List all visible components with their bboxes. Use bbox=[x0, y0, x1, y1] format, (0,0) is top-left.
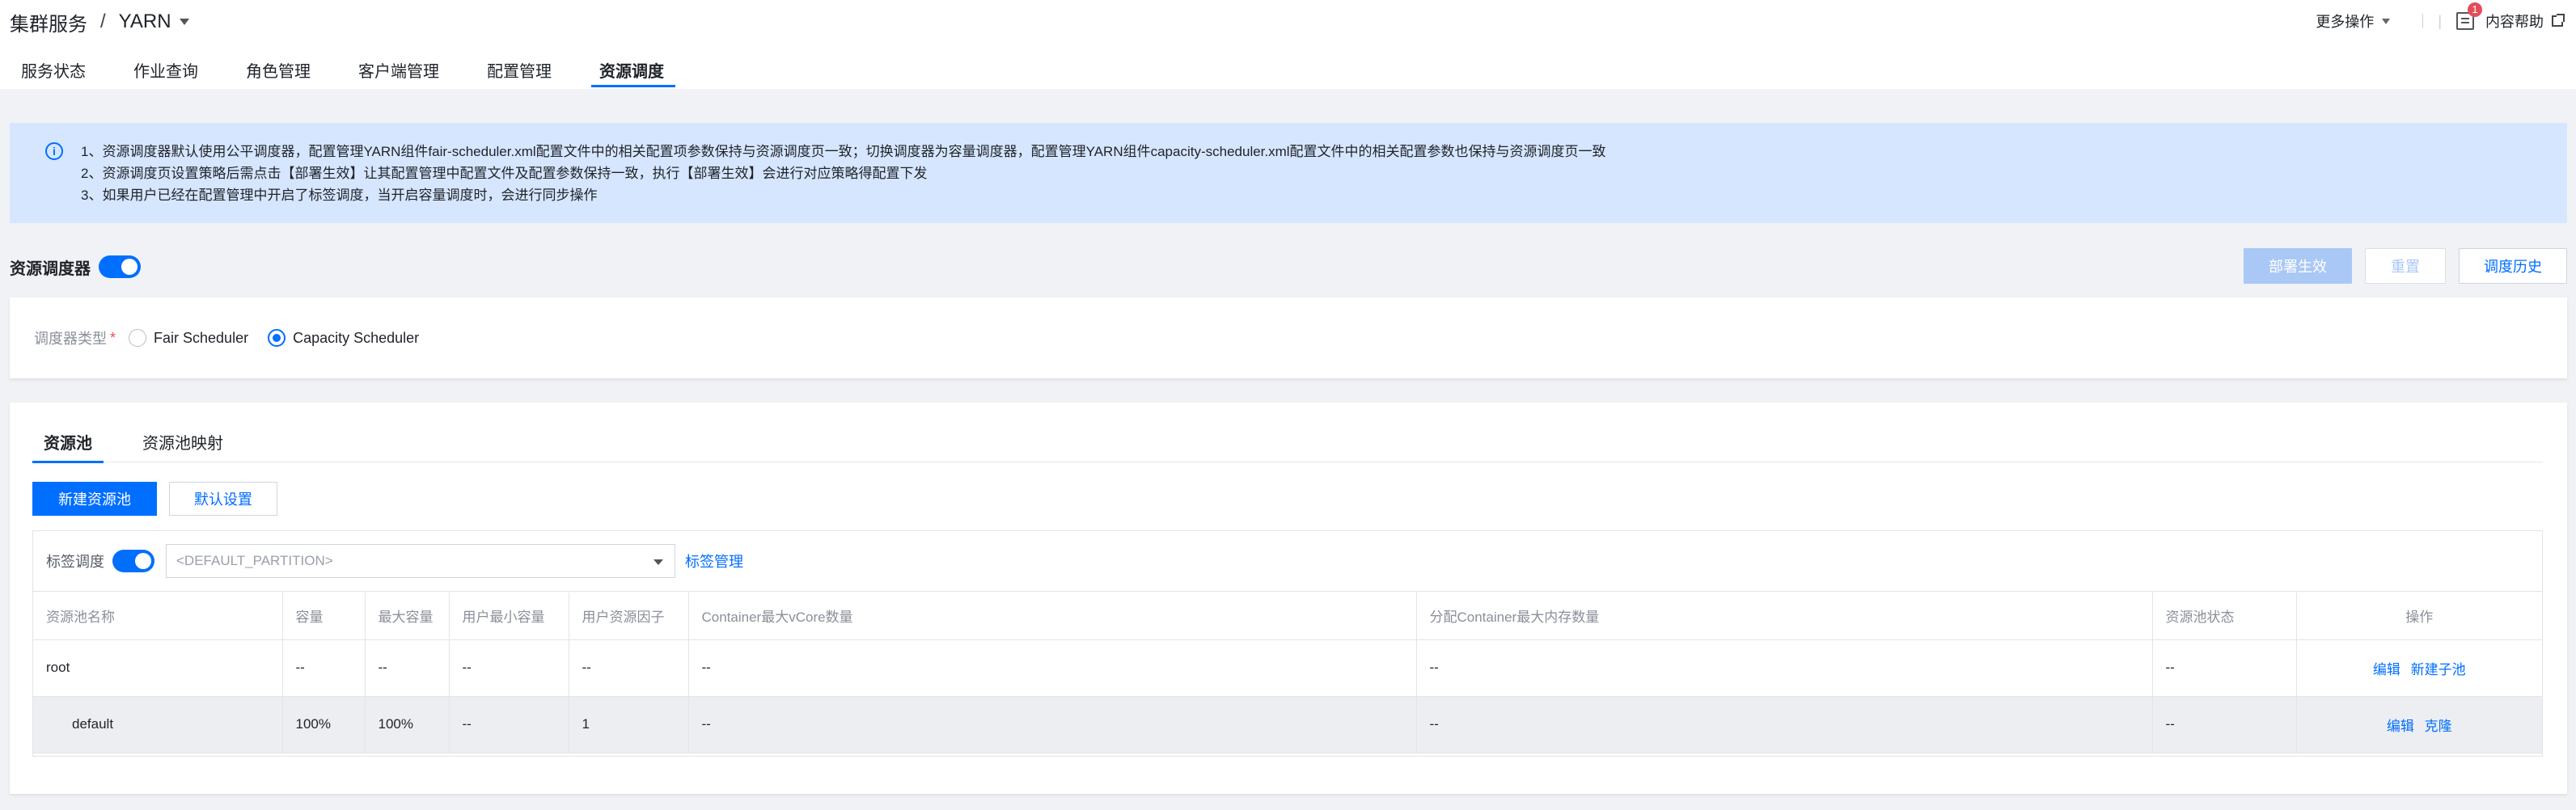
tag-scheduling-row: 标签调度 <DEFAULT_PARTITION> 标签管理 bbox=[33, 531, 2542, 592]
new-pool-button[interactable]: 新建资源池 bbox=[32, 482, 157, 516]
actions-cell: 编辑 新建子池 bbox=[2296, 639, 2542, 697]
table-cell: -- bbox=[688, 696, 1417, 753]
service-tabs: 服务状态 作业查询 角色管理 客户端管理 配置管理 资源调度 bbox=[21, 58, 712, 89]
tag-scheduling-label: 标签调度 bbox=[46, 554, 104, 570]
column-header: 分配Container最大内存数量 bbox=[1416, 593, 2153, 640]
scheduler-header: 资源调度器 bbox=[10, 255, 141, 278]
pool-name-cell: root bbox=[33, 639, 283, 697]
column-header: 操作 bbox=[2296, 593, 2542, 640]
clone-link[interactable]: 克隆 bbox=[2425, 719, 2452, 734]
divider bbox=[2422, 14, 2424, 28]
table-cell: -- bbox=[449, 696, 569, 753]
help-link[interactable]: 内容帮助 bbox=[2485, 11, 2565, 32]
external-link-icon bbox=[2552, 14, 2565, 27]
chevron-down-icon bbox=[654, 559, 663, 565]
column-header: 最大容量 bbox=[365, 593, 450, 640]
scheduler-title: 资源调度器 bbox=[10, 259, 91, 278]
radio-circle[interactable] bbox=[129, 329, 147, 347]
table-cell: -- bbox=[282, 639, 366, 697]
column-header: 资源池名称 bbox=[33, 593, 283, 640]
tab-client-management[interactable]: 客户端管理 bbox=[358, 58, 439, 89]
table-cell: -- bbox=[1416, 696, 2153, 753]
edit-link[interactable]: 编辑 bbox=[2387, 719, 2414, 734]
scheduler-toggle[interactable] bbox=[99, 255, 141, 278]
more-ops-label: 更多操作 bbox=[2316, 14, 2375, 30]
default-settings-button[interactable]: 默认设置 bbox=[169, 482, 277, 516]
breadcrumb: 集群服务 / YARN bbox=[10, 8, 189, 36]
table-cell: -- bbox=[688, 639, 1417, 697]
notice-line: 2、资源调度页设置策略后需点击【部署生效】让其配置管理中配置文件及配置参数保持一… bbox=[81, 166, 928, 181]
table-cell: -- bbox=[569, 639, 689, 697]
tab-role-management[interactable]: 角色管理 bbox=[246, 58, 311, 89]
edit-link[interactable]: 编辑 bbox=[2373, 662, 2400, 677]
divider: | bbox=[2438, 12, 2442, 29]
table-cell: -- bbox=[449, 639, 569, 697]
table-cell: -- bbox=[2152, 639, 2297, 697]
reset-button[interactable]: 重置 bbox=[2365, 248, 2446, 284]
info-icon: i bbox=[45, 142, 63, 160]
tab-job-query[interactable]: 作业查询 bbox=[133, 58, 198, 89]
radio-fair-scheduler[interactable]: Fair Scheduler bbox=[129, 329, 248, 347]
column-header: 用户最小容量 bbox=[449, 593, 569, 640]
table-cell: -- bbox=[1416, 639, 2153, 697]
notice-line: 3、如果用户已经在配置管理中开启了标签调度，当开启容量调度时，会进行同步操作 bbox=[81, 188, 598, 203]
scheduler-type-label: 调度器类型 bbox=[34, 331, 107, 347]
top-bar: 集群服务 / YARN 更多操作 | 1 内容帮助 服务状态 作业查询 角色管理… bbox=[0, 0, 2576, 89]
tab-config-management[interactable]: 配置管理 bbox=[487, 58, 552, 89]
tab-resource-scheduling[interactable]: 资源调度 bbox=[591, 58, 675, 89]
chevron-down-icon[interactable] bbox=[179, 19, 189, 25]
required-mark: * bbox=[110, 329, 116, 346]
column-header: 用户资源因子 bbox=[569, 593, 689, 640]
radio-label: Capacity Scheduler bbox=[293, 329, 420, 346]
column-header: 容量 bbox=[282, 593, 366, 640]
notification-badge: 1 bbox=[2468, 2, 2482, 17]
notice-line: 1、资源调度器默认使用公平调度器，配置管理YARN组件fair-schedule… bbox=[81, 144, 1606, 159]
info-notice: i 1、资源调度器默认使用公平调度器，配置管理YARN组件fair-schedu… bbox=[10, 123, 2567, 223]
resource-pool-card: 资源池 资源池映射 新建资源池 默认设置 标签调度 <DEFAULT_PARTI… bbox=[10, 403, 2567, 794]
tab-pool-mapping[interactable]: 资源池映射 bbox=[131, 430, 235, 462]
pool-table-container: 标签调度 <DEFAULT_PARTITION> 标签管理 资源池名称 容量 最… bbox=[32, 530, 2543, 757]
radio-circle-checked[interactable] bbox=[268, 329, 286, 347]
table-cell: -- bbox=[2152, 696, 2297, 753]
table-header-row: 资源池名称 容量 最大容量 用户最小容量 用户资源因子 Container最大v… bbox=[33, 593, 2542, 640]
partition-select[interactable]: <DEFAULT_PARTITION> bbox=[166, 544, 675, 578]
header-actions: 更多操作 | 1 内容帮助 bbox=[2316, 2, 2565, 32]
radio-capacity-scheduler[interactable]: Capacity Scheduler bbox=[268, 329, 419, 347]
actions-cell: 编辑 克隆 bbox=[2296, 696, 2542, 753]
schedule-history-button[interactable]: 调度历史 bbox=[2459, 248, 2567, 284]
table-cell: 100% bbox=[282, 696, 366, 753]
pool-table: 资源池名称 容量 最大容量 用户最小容量 用户资源因子 Container最大v… bbox=[33, 593, 2542, 753]
task-list-icon[interactable]: 1 bbox=[2456, 2, 2482, 30]
table-cell: 1 bbox=[569, 696, 689, 753]
partition-placeholder: <DEFAULT_PARTITION> bbox=[176, 553, 333, 568]
table-row: default 100% 100% -- 1 -- -- -- 编辑 克隆 bbox=[33, 696, 2542, 753]
tag-management-link[interactable]: 标签管理 bbox=[685, 551, 743, 572]
more-ops-dropdown[interactable]: 更多操作 bbox=[2316, 11, 2391, 32]
breadcrumb-separator: / bbox=[100, 11, 106, 32]
column-header: Container最大vCore数量 bbox=[688, 593, 1417, 640]
table-cell: 100% bbox=[365, 696, 450, 753]
tab-service-status[interactable]: 服务状态 bbox=[21, 58, 86, 89]
deploy-button[interactable]: 部署生效 bbox=[2244, 248, 2352, 284]
chevron-down-icon bbox=[2382, 18, 2391, 24]
help-label: 内容帮助 bbox=[2485, 14, 2544, 30]
pool-tabs: 资源池 资源池映射 bbox=[32, 430, 2543, 463]
table-row: root -- -- -- -- -- -- -- 编辑 新建子池 bbox=[33, 639, 2542, 697]
radio-label: Fair Scheduler bbox=[154, 329, 249, 346]
breadcrumb-current[interactable]: YARN bbox=[119, 11, 171, 33]
tab-resource-pool[interactable]: 资源池 bbox=[32, 430, 104, 463]
column-header: 资源池状态 bbox=[2152, 593, 2297, 640]
scheduler-type-field: 调度器类型 * Fair Scheduler Capacity Schedule… bbox=[34, 328, 438, 348]
pool-name-cell: default bbox=[33, 696, 283, 753]
tag-scheduling-toggle[interactable] bbox=[112, 550, 154, 572]
table-cell: -- bbox=[365, 639, 450, 697]
breadcrumb-root[interactable]: 集群服务 bbox=[10, 8, 87, 36]
scheduler-type-card: 调度器类型 * Fair Scheduler Capacity Schedule… bbox=[10, 297, 2567, 378]
new-subpool-link[interactable]: 新建子池 bbox=[2411, 662, 2466, 677]
